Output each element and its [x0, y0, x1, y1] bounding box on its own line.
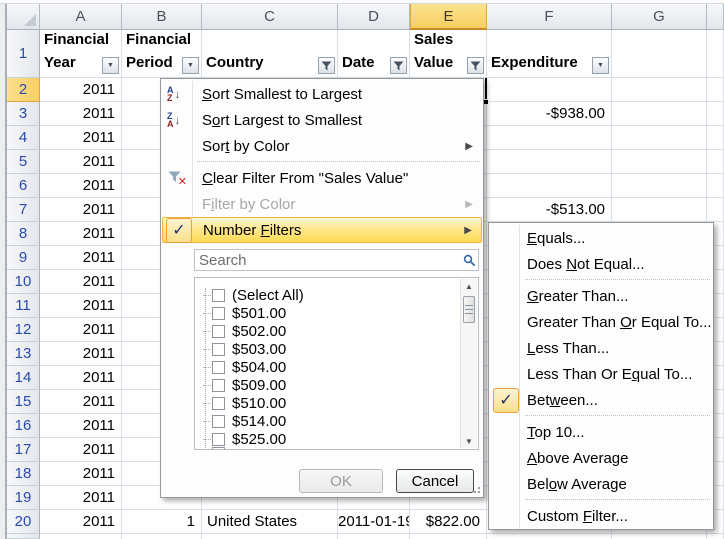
menu-item-sort-smallest-to-largest[interactable]: AZ↓ Sort Smallest to Largest — [162, 81, 482, 107]
submenu-item-greater-than-or-equal-to[interactable]: Greater Than Or Equal To... — [490, 309, 712, 335]
checkbox-504-00[interactable] — [212, 361, 225, 374]
submenu-separator — [525, 279, 710, 280]
submenu-item-above-average[interactable]: Above Average — [490, 445, 712, 471]
checkbox-509-00[interactable] — [212, 379, 225, 392]
menu-item-label: Clear Filter From "Sales Value" — [202, 170, 408, 187]
scroll-down-arrow[interactable]: ▼ — [461, 434, 477, 448]
value-checklist: (Select All)$501.00$502.00$503.00$504.00… — [194, 277, 479, 450]
sort-a-to-z-icon: AZ↓ — [167, 86, 181, 102]
tree-stub — [203, 403, 211, 404]
checklist-label: $501.00 — [232, 305, 286, 323]
checklist-label: $525.00 — [232, 431, 286, 449]
scroll-up-arrow[interactable]: ▲ — [461, 279, 477, 293]
menu-item-label: Filter by Color — [202, 196, 295, 213]
search-input[interactable] — [195, 252, 460, 269]
tree-stub — [203, 295, 211, 296]
submenu-item-does-not-equal[interactable]: Does Not Equal... — [490, 251, 712, 277]
checklist-item-510-00[interactable]: $510.00 — [195, 395, 455, 413]
search-icon[interactable] — [460, 251, 478, 269]
submenu-item-label: Above Average — [527, 450, 628, 467]
checklist-item-503-00[interactable]: $503.00 — [195, 341, 455, 359]
submenu-item-less-than-or-equal-to[interactable]: Less Than Or Equal To... — [490, 361, 712, 387]
checkbox-501-00[interactable] — [212, 307, 225, 320]
resize-grip[interactable] — [472, 487, 480, 495]
checklist-scrollbar: ▲▼ — [460, 279, 477, 448]
submenu-arrow-icon: ▶ — [465, 141, 473, 152]
menu-item-label: Sort by Color — [202, 138, 290, 155]
checklist-label: $502.00 — [232, 323, 286, 341]
menu-item-label: Sort Smallest to Largest — [202, 86, 362, 103]
ok-button[interactable]: OK — [299, 469, 383, 493]
sort-z-to-a-icon: ZA↓ — [167, 112, 181, 128]
checklist-item-514-00[interactable]: $514.00 — [195, 413, 455, 431]
menu-item-sort-by-color[interactable]: Sort by Color ▶ — [162, 133, 482, 159]
submenu-item-label: Between... — [527, 392, 598, 409]
excel-window: ABCDEFG1234567891011121314151617181920Fi… — [0, 0, 724, 539]
submenu-item-custom-filter[interactable]: Custom Filter... — [490, 503, 712, 529]
checkbox-select-all[interactable] — [212, 289, 225, 302]
submenu-item-top-10[interactable]: Top 10... — [490, 419, 712, 445]
tree-stub — [203, 367, 211, 368]
submenu-item-below-average[interactable]: Below Average — [490, 471, 712, 497]
checklist-item-502-00[interactable]: $502.00 — [195, 323, 455, 341]
checkbox-514-00[interactable] — [212, 415, 225, 428]
clear-filter-icon: ✕ — [168, 170, 184, 186]
submenu-item-greater-than[interactable]: Greater Than... — [490, 283, 712, 309]
submenu-item-label: Less Than Or Equal To... — [527, 366, 692, 383]
checkbox-503-00[interactable] — [212, 343, 225, 356]
submenu-item-label: Below Average — [527, 476, 627, 493]
submenu-item-between[interactable]: ✓ Between... — [490, 387, 712, 413]
submenu-arrow-icon: ▶ — [464, 225, 472, 236]
menu-item-number-filters[interactable]: ✓ Number Filters ▶ — [162, 217, 482, 243]
checklist-item-504-00[interactable]: $504.00 — [195, 359, 455, 377]
menu-item-filter-by-color[interactable]: Filter by Color ▶ — [162, 191, 482, 217]
checklist-label: (Select All) — [232, 287, 304, 305]
submenu-item-less-than[interactable]: Less Than... — [490, 335, 712, 361]
menu-separator — [197, 161, 480, 162]
checkbox-525-00[interactable] — [212, 433, 225, 446]
cancel-button[interactable]: Cancel — [396, 469, 474, 493]
submenu-item-equals[interactable]: Equals... — [490, 225, 712, 251]
checklist-label: $504.00 — [232, 359, 286, 377]
submenu-item-label: Custom Filter... — [527, 508, 628, 525]
checkbox-502-00[interactable] — [212, 325, 225, 338]
tree-stub — [203, 313, 211, 314]
checklist-item-501-00[interactable]: $501.00 — [195, 305, 455, 323]
active-filter-check-icon: ✓ — [493, 388, 519, 413]
active-filter-check-icon: ✓ — [166, 218, 192, 243]
tree-stub — [203, 421, 211, 422]
checklist-item-509-00[interactable]: $509.00 — [195, 377, 455, 395]
checklist-item-525-00[interactable]: $525.00 — [195, 431, 455, 449]
checklist-item-select-all[interactable]: (Select All) — [195, 287, 455, 305]
submenu-item-label: Top 10... — [527, 424, 585, 441]
search-box — [194, 249, 479, 271]
submenu-separator — [525, 415, 710, 416]
scroll-thumb[interactable] — [463, 296, 475, 323]
tree-stub — [203, 385, 211, 386]
menu-item-sort-largest-to-smallest[interactable]: ZA↓ Sort Largest to Smallest — [162, 107, 482, 133]
submenu-item-label: Greater Than Or Equal To... — [527, 314, 712, 331]
number-filters-submenu: Equals... Does Not Equal... Greater Than..… — [488, 222, 714, 530]
submenu-arrow-icon: ▶ — [465, 199, 473, 210]
submenu-item-label: Greater Than... — [527, 288, 628, 305]
thumb-grip-icon — [465, 305, 473, 315]
checkbox-510-00[interactable] — [212, 397, 225, 410]
autofilter-menu: AZ↓ Sort Smallest to Largest ZA↓ Sort Large… — [160, 78, 484, 498]
tree-stub — [203, 331, 211, 332]
menu-layer: AZ↓ Sort Smallest to Largest ZA↓ Sort Large… — [0, 0, 724, 539]
menu-item-clear-filter-from-sales-value[interactable]: ✕ Clear Filter From "Sales Value" — [162, 165, 482, 191]
submenu-separator — [525, 499, 710, 500]
tree-stub — [203, 439, 211, 440]
menu-item-label: Sort Largest to Smallest — [202, 112, 362, 129]
submenu-item-label: Less Than... — [527, 340, 609, 357]
menu-item-label: Number Filters — [203, 222, 301, 239]
checklist-label: $514.00 — [232, 413, 286, 431]
submenu-item-label: Equals... — [527, 230, 585, 247]
submenu-item-label: Does Not Equal... — [527, 256, 645, 273]
checklist-label: $509.00 — [232, 377, 286, 395]
checklist-label: $510.00 — [232, 395, 286, 413]
checklist-label: $503.00 — [232, 341, 286, 359]
tree-stub — [203, 349, 211, 350]
checkbox-partial — [212, 447, 225, 450]
